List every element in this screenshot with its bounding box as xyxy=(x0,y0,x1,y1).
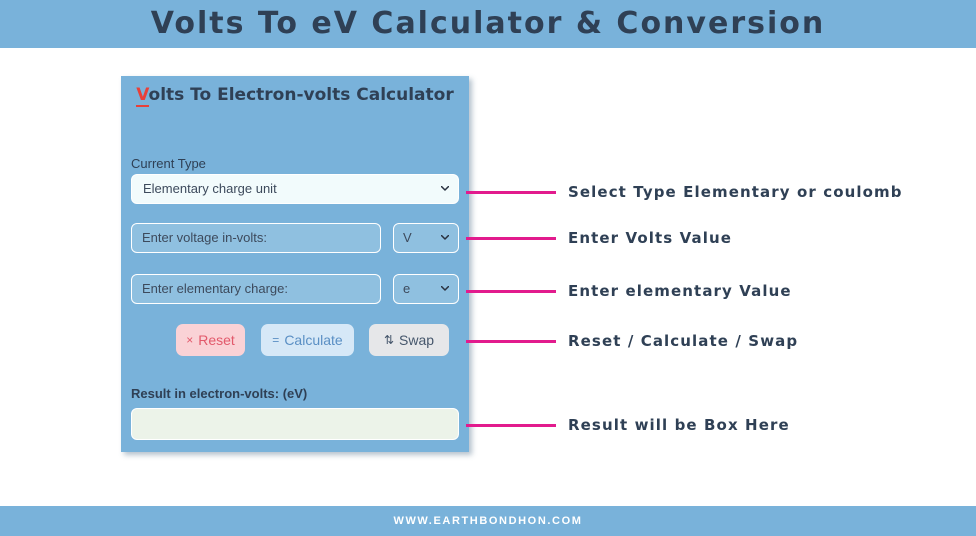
footer-website-label: WWW.EARTHBONDHON.COM xyxy=(393,515,583,527)
current-type-selected-value: Elementary charge unit xyxy=(143,181,277,196)
voltage-unit-selected-value: V xyxy=(403,230,412,245)
page-footer-band: WWW.EARTHBONDHON.COM xyxy=(0,506,976,536)
swap-button[interactable]: ⇅ Swap xyxy=(369,324,449,356)
annotation-enter-volts: Enter Volts Value xyxy=(466,227,732,249)
page-header-band: Volts To eV Calculator & Conversion xyxy=(0,0,976,48)
voltage-row: Enter voltage in-volts: V xyxy=(131,223,459,253)
chevron-down-icon xyxy=(441,286,449,291)
annotation-label: Enter Volts Value xyxy=(568,229,733,247)
annotation-label: Reset / Calculate / Swap xyxy=(568,332,799,350)
calculator-card: Volts To Electron-volts Calculator Curre… xyxy=(121,76,469,452)
elementary-charge-unit-selected-value: e xyxy=(403,281,411,296)
calculate-button-label: Calculate xyxy=(284,332,343,348)
calculator-title: Volts To Electron-volts Calculator xyxy=(121,85,469,107)
chevron-down-icon xyxy=(441,235,449,240)
calculator-title-rest: olts To Electron-volts Calculator xyxy=(148,85,454,105)
elementary-charge-input[interactable]: Enter elementary charge: xyxy=(131,274,381,304)
elementary-charge-row: Enter elementary charge: e xyxy=(131,274,459,304)
calculate-button[interactable]: = Calculate xyxy=(261,324,354,356)
leader-line xyxy=(466,339,556,343)
voltage-input[interactable]: Enter voltage in-volts: xyxy=(131,223,381,253)
page-title: Volts To eV Calculator & Conversion xyxy=(150,6,826,41)
leader-line xyxy=(466,423,556,427)
current-type-label: Current Type xyxy=(131,156,206,171)
leader-line xyxy=(466,289,556,293)
swap-button-label: Swap xyxy=(399,332,435,348)
equals-icon: = xyxy=(272,333,280,347)
annotation-label: Select Type Elementary or coulomb xyxy=(568,183,903,201)
annotation-buttons: Reset / Calculate / Swap xyxy=(466,330,798,352)
close-icon: × xyxy=(186,333,194,347)
chevron-down-icon xyxy=(441,186,449,191)
result-output-field[interactable] xyxy=(131,408,459,440)
annotation-label: Result will be Box Here xyxy=(568,416,790,434)
reset-button-label: Reset xyxy=(198,332,235,348)
annotation-result: Result will be Box Here xyxy=(466,414,790,436)
swap-arrows-icon: ⇅ xyxy=(383,333,395,347)
annotation-label: Enter elementary Value xyxy=(568,282,792,300)
annotation-enter-elementary: Enter elementary Value xyxy=(466,280,792,302)
current-type-select[interactable]: Elementary charge unit xyxy=(131,174,459,204)
current-type-row: Elementary charge unit xyxy=(131,174,459,204)
voltage-unit-select[interactable]: V xyxy=(393,223,459,253)
calculator-title-accent-letter: V xyxy=(136,85,149,107)
reset-button[interactable]: × Reset xyxy=(176,324,245,356)
leader-line xyxy=(466,236,556,240)
result-label: Result in electron-volts: (eV) xyxy=(131,386,308,401)
elementary-charge-unit-select[interactable]: e xyxy=(393,274,459,304)
annotation-select-type: Select Type Elementary or coulomb xyxy=(466,181,903,203)
action-button-row: × Reset = Calculate ⇅ Swap xyxy=(131,324,459,356)
leader-line xyxy=(466,190,556,194)
